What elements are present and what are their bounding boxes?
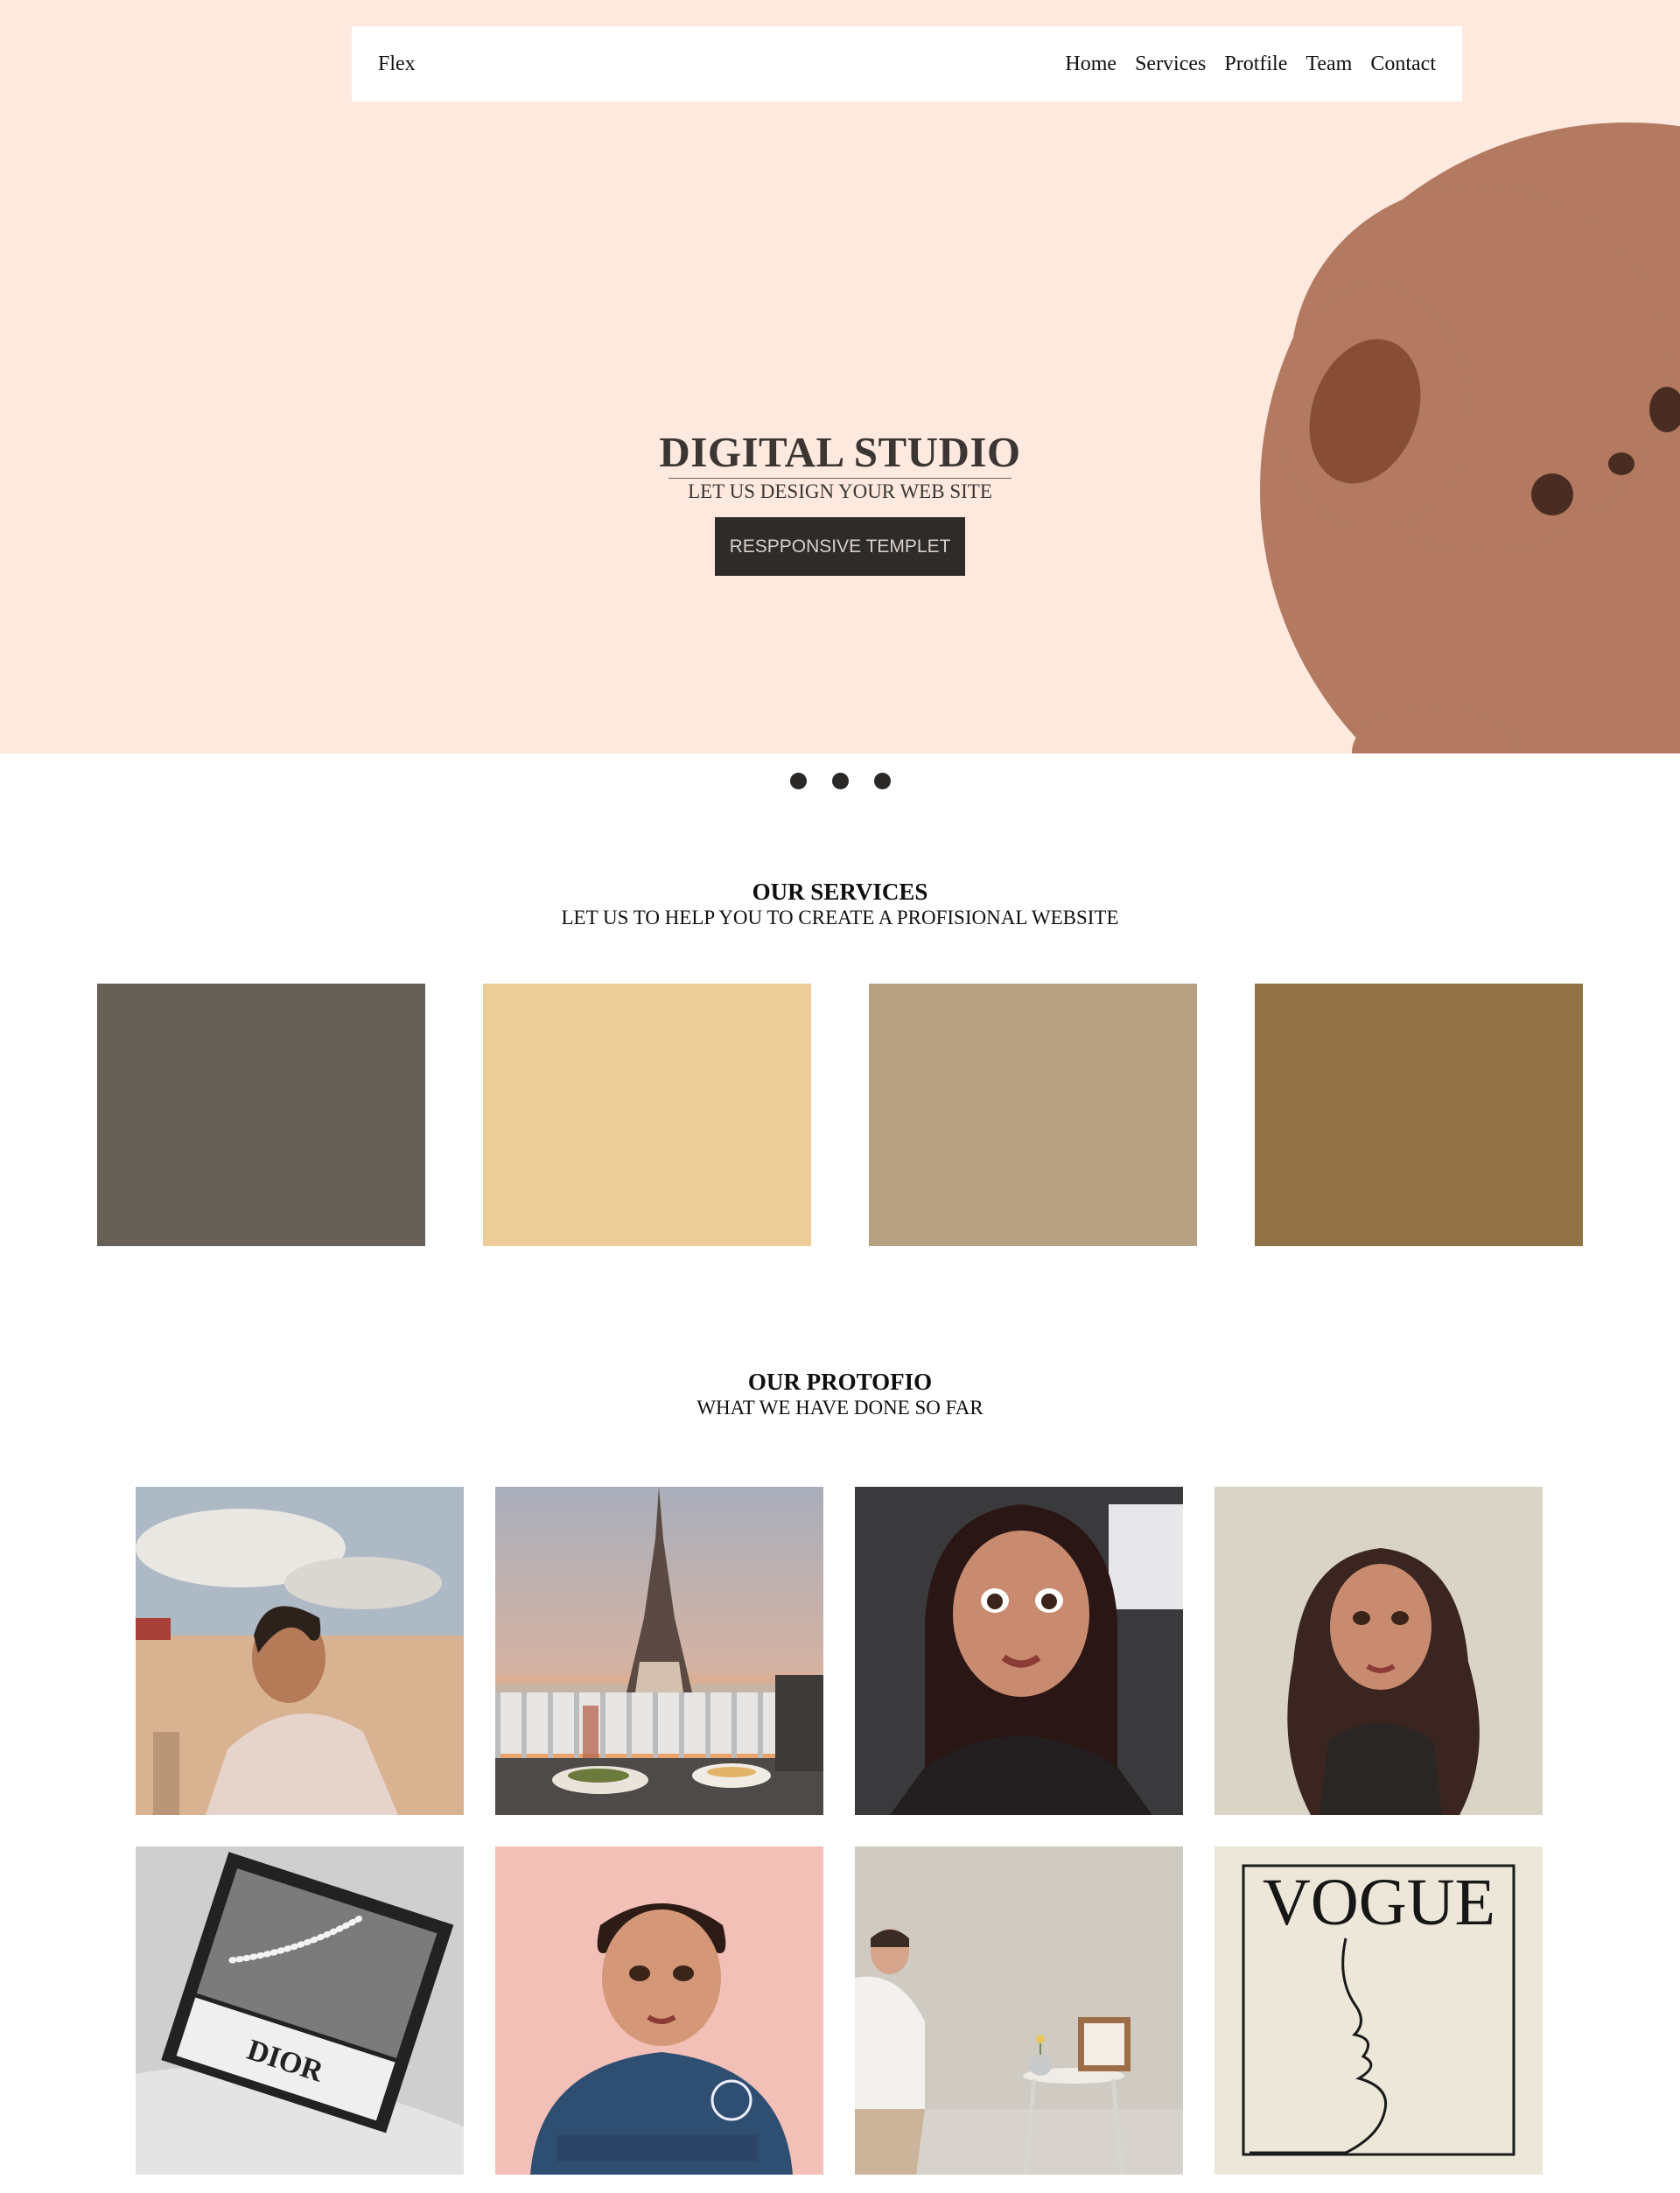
hero-section: Flex Home Services Protfile Team Contact… — [0, 0, 1680, 753]
portfolio-title: OUR PROTOFIO — [747, 1369, 933, 1395]
slider-dots — [0, 773, 1680, 789]
beach-portrait-image — [136, 1487, 464, 1815]
portfolio-tile-blue-sweater[interactable] — [495, 1846, 823, 2175]
dior-magazine-image: DIOR — [136, 1846, 464, 2175]
service-card-3[interactable] — [869, 984, 1197, 1246]
portfolio-tile-vogue-poster[interactable]: VOGUE — [1214, 1846, 1543, 2175]
teddy-bear-illustration — [1260, 123, 1680, 753]
nav-item-home[interactable]: Home — [1065, 53, 1116, 76]
hero-subtitle: LET US DESIGN YOUR WEB SITE — [688, 480, 992, 502]
nav-item-portfolio[interactable]: Protfile — [1224, 53, 1287, 76]
eiffel-tower-image — [495, 1487, 823, 1815]
service-card-4[interactable] — [1255, 984, 1583, 1246]
slider-dot-1[interactable] — [789, 773, 807, 789]
portfolio-tile-dior-magazine[interactable]: DIOR — [136, 1846, 464, 2175]
portfolio-tile-beach-portrait[interactable] — [136, 1487, 464, 1815]
car-selfie-image — [855, 1487, 1183, 1815]
blue-sweater-portrait-image — [495, 1846, 823, 2175]
slider-dot-3[interactable] — [873, 773, 891, 789]
vogue-poster-image: VOGUE — [1214, 1846, 1543, 2175]
portfolio-tile-curly-hair[interactable] — [1214, 1487, 1543, 1815]
service-card-1[interactable] — [97, 984, 425, 1246]
portfolio-subtitle: WHAT WE HAVE DONE SO FAR — [696, 1397, 984, 1419]
minimal-room-image — [855, 1846, 1183, 2175]
portfolio-tile-car-selfie[interactable] — [855, 1487, 1183, 1815]
responsive-template-button[interactable]: RESPPONSIVE TEMPLET — [715, 517, 965, 576]
nav-item-team[interactable]: Team — [1306, 53, 1352, 76]
portfolio-tile-minimal-room[interactable] — [855, 1846, 1183, 2175]
hero-title: DIGITAL STUDIO — [659, 428, 1021, 476]
hero-divider — [668, 478, 1012, 479]
services-subtitle: LET US TO HELP YOU TO CREATE A PROFISION… — [561, 907, 1119, 928]
slider-dot-2[interactable] — [831, 773, 849, 789]
vogue-text: VOGUE — [1263, 1866, 1495, 1939]
brand-logo[interactable]: Flex — [378, 53, 416, 76]
top-navigation: Flex Home Services Protfile Team Contact — [352, 26, 1462, 102]
curly-hair-portrait-image — [1214, 1487, 1543, 1815]
portfolio-tile-eiffel-tower[interactable] — [495, 1487, 823, 1815]
nav-item-services[interactable]: Services — [1135, 53, 1206, 76]
nav-menu: Home Services Protfile Team Contact — [1065, 53, 1436, 76]
nav-item-contact[interactable]: Contact — [1370, 53, 1436, 76]
service-card-2[interactable] — [483, 984, 811, 1246]
services-title: OUR SERVICES — [752, 879, 928, 905]
